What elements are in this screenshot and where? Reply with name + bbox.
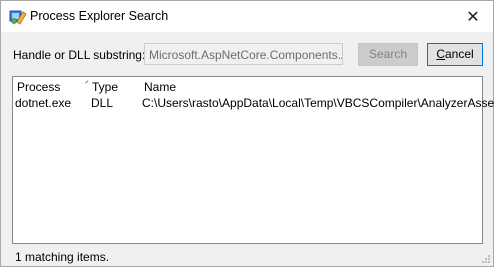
results-list[interactable]: Process Type Name dotnet.exe DLL C:\User… (12, 76, 494, 244)
status-text: 1 matching items. (15, 250, 110, 264)
column-header-type[interactable]: Type (92, 80, 118, 94)
cancel-label-rest: ancel (444, 47, 474, 61)
title-bar: Process Explorer Search ✕ (1, 1, 493, 32)
cell-process: dotnet.exe (15, 96, 72, 110)
search-dialog: Process Explorer Search ✕ Handle or DLL … (0, 0, 494, 267)
column-header-name[interactable]: Name (144, 80, 176, 94)
cancel-button[interactable]: Cancel (427, 43, 483, 66)
cell-type: DLL (91, 96, 114, 110)
process-explorer-icon (9, 10, 27, 25)
column-header-process[interactable]: Process (17, 80, 60, 94)
search-button[interactable]: Search (358, 43, 418, 66)
handle-substring-label: Handle or DLL substring: (13, 48, 146, 62)
close-icon: ✕ (466, 8, 480, 26)
search-row: Handle or DLL substring: Microsoft.AspNe… (1, 43, 493, 67)
window-title: Process Explorer Search (30, 9, 169, 23)
close-button[interactable]: ✕ (453, 1, 493, 32)
sort-indicator-icon (84, 80, 92, 87)
cancel-accelerator: C (436, 47, 445, 61)
cell-name: C:\Users\rasto\AppData\Local\Temp\VBCSCo… (142, 96, 494, 110)
handle-substring-input[interactable]: Microsoft.AspNetCore.Components.Analy (144, 43, 343, 65)
table-row[interactable]: dotnet.exe DLL C:\Users\rasto\AppData\Lo… (13, 95, 494, 111)
resize-grip-icon[interactable] (481, 254, 491, 264)
